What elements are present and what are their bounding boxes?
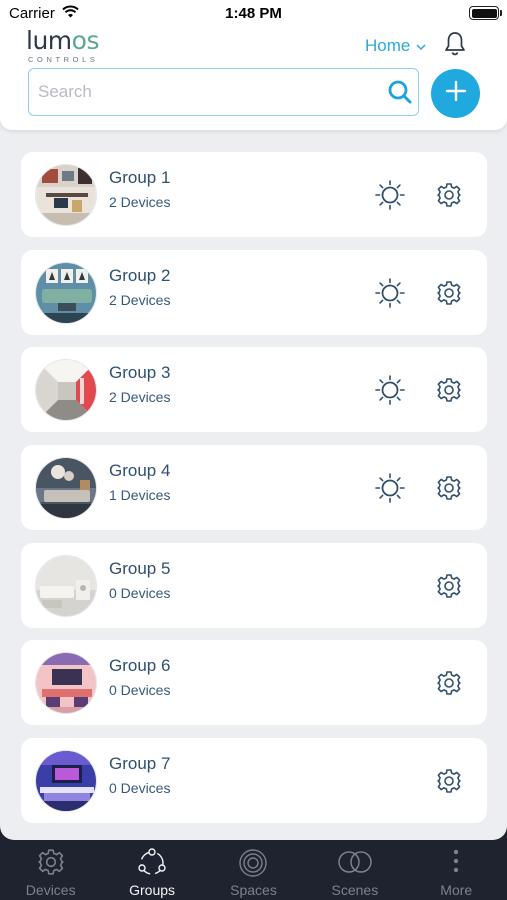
- groups-icon: [137, 848, 167, 881]
- device-count: 1 Devices: [109, 487, 171, 504]
- settings-gear-icon[interactable]: [436, 475, 462, 506]
- group-card[interactable]: Group 5 0 Devices: [21, 542, 487, 628]
- tab-groups[interactable]: Groups: [101, 840, 202, 900]
- group-name: Group 1: [109, 168, 171, 187]
- settings-gear-icon[interactable]: [436, 573, 462, 604]
- tab-devices[interactable]: Devices: [0, 840, 101, 900]
- settings-gear-icon[interactable]: [436, 670, 462, 701]
- tab-label: Groups: [129, 882, 176, 898]
- group-thumbnail: [35, 750, 97, 813]
- group-name: Group 6: [109, 656, 171, 676]
- group-name: Group 4: [109, 461, 171, 481]
- settings-gear-icon[interactable]: [436, 768, 462, 799]
- tab-label: More: [440, 882, 473, 898]
- status-bar: Carrier 1:48 PM: [0, 0, 507, 28]
- group-card[interactable]: Group 2 2 Devices: [21, 249, 487, 335]
- tab-label: Spaces: [230, 882, 277, 898]
- search-icon[interactable]: [387, 79, 413, 110]
- notification-bell-icon[interactable]: [443, 31, 467, 62]
- device-count: 2 Devices: [109, 291, 171, 308]
- group-name: Group 3: [109, 363, 171, 383]
- tab-spaces[interactable]: Spaces: [203, 840, 304, 900]
- device-count: 0 Devices: [109, 780, 171, 797]
- more-dots-icon: [452, 848, 460, 877]
- group-card[interactable]: Group 7 0 Devices: [21, 738, 487, 824]
- group-card[interactable]: Group 4 1 Devices: [21, 445, 487, 531]
- clock-label: 1:48 PM: [225, 5, 282, 22]
- battery-icon: [469, 6, 502, 20]
- home-selector-label: Home: [365, 36, 411, 55]
- search-field[interactable]: [28, 68, 419, 116]
- scenes-icon: [335, 848, 375, 879]
- spaces-icon: [238, 848, 268, 881]
- plus-icon: [445, 80, 467, 107]
- top-header: lumos CONTROLS Home: [0, 28, 507, 130]
- group-thumbnail: [35, 359, 97, 422]
- device-count: 2 Devices: [109, 194, 171, 210]
- tab-label: Scenes: [331, 882, 379, 898]
- group-card[interactable]: Group 3 2 Devices: [21, 347, 487, 433]
- lumos-logo: lumos CONTROLS: [26, 26, 99, 65]
- group-thumbnail: [35, 457, 97, 520]
- group-card[interactable]: Group 1 2 Devices: [21, 152, 487, 237]
- settings-gear-icon[interactable]: [436, 377, 462, 408]
- group-thumbnail: [35, 554, 97, 617]
- group-name: Group 5: [109, 558, 171, 578]
- gear-icon: [37, 848, 65, 879]
- settings-gear-icon[interactable]: [436, 280, 462, 311]
- group-name: Group 2: [109, 265, 171, 285]
- settings-gear-icon[interactable]: [436, 182, 462, 213]
- bottom-tab-bar: Devices Groups Spaces Scenes More: [0, 840, 507, 900]
- add-group-button[interactable]: [431, 69, 480, 118]
- group-list: Group 1 2 Devices Group 2 2 Devices Grou…: [21, 152, 487, 836]
- group-thumbnail: [35, 652, 97, 715]
- brightness-icon[interactable]: [374, 374, 406, 411]
- search-input[interactable]: [38, 69, 378, 114]
- group-thumbnail: [35, 164, 97, 226]
- group-name: Group 7: [109, 754, 171, 774]
- device-count: 2 Devices: [109, 389, 171, 406]
- device-count: 0 Devices: [109, 584, 171, 601]
- brightness-icon[interactable]: [374, 179, 406, 216]
- tab-scenes[interactable]: Scenes: [304, 840, 405, 900]
- chevron-down-icon: [416, 36, 426, 56]
- group-thumbnail: [35, 261, 97, 324]
- app-screen: Carrier 1:48 PM lumos CONTROLS Home Sear…: [0, 0, 507, 840]
- home-selector[interactable]: Home: [365, 36, 426, 56]
- group-card[interactable]: Group 6 0 Devices: [21, 640, 487, 726]
- tab-more[interactable]: More: [406, 840, 507, 900]
- brightness-icon[interactable]: [374, 277, 406, 314]
- brightness-icon[interactable]: [374, 472, 406, 509]
- device-count: 0 Devices: [109, 682, 171, 699]
- tab-label: Devices: [25, 882, 76, 898]
